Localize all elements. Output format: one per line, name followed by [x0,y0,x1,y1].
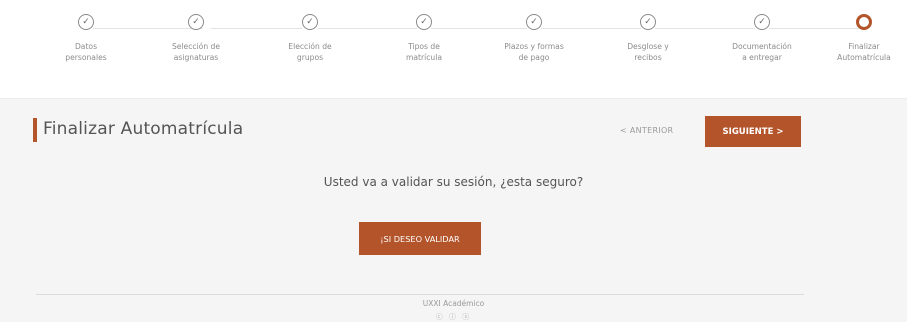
step-label: Tipos de matrícula [405,42,442,62]
title-accent-bar [33,118,37,142]
check-icon: ✓ [754,14,770,30]
check-icon: ✓ [188,14,204,30]
step-datos-personales[interactable]: ✓ Datos personales [31,14,141,63]
step-label: Finalizar Automatrícula [837,42,891,62]
step-plazos-formas-pago[interactable]: ✓ Plazos y formas de pago [479,14,589,63]
check-icon: ✓ [78,14,94,30]
confirm-validate-button[interactable]: ¡SI DESEO VALIDAR [359,222,481,255]
step-label: Selección de asignaturas [171,42,221,62]
step-desglose-recibos[interactable]: ✓ Desglose y recibos [593,14,703,63]
step-label: Desglose y recibos [627,42,669,62]
next-button[interactable]: SIGUIENTE > [705,116,801,147]
ring-icon [856,14,872,30]
confirmation-question: Usted va a validar su sesión, ¿esta segu… [323,175,584,189]
step-label: Elección de grupos [288,42,332,62]
step-label: Plazos y formas de pago [504,42,564,62]
page-title: Finalizar Automatrícula [43,119,244,139]
step-eleccion-grupos[interactable]: ✓ Elección de grupos [255,14,365,63]
check-icon: ✓ [416,14,432,30]
check-icon: ✓ [640,14,656,30]
step-finalizar-automatricula[interactable]: Finalizar Automatrícula [809,14,907,63]
check-icon: ✓ [302,14,318,30]
progress-stepper: ✓ Datos personales ✓ Selección de asigna… [0,0,907,99]
footer-divider [36,294,804,295]
step-documentacion[interactable]: ✓ Documentación a entregar [707,14,817,63]
check-icon: ✓ [526,14,542,30]
step-seleccion-asignaturas[interactable]: ✓ Selección de asignaturas [141,14,251,63]
previous-link[interactable]: < ANTERIOR [620,126,673,135]
footer-text: UXXI Académico [422,299,485,308]
cc-license-icon: ⓒ ⓘ ⓢ [435,313,472,321]
step-tipos-matricula[interactable]: ✓ Tipos de matrícula [369,14,479,63]
step-label: Datos personales [65,42,107,62]
step-label: Documentación a entregar [732,42,792,62]
